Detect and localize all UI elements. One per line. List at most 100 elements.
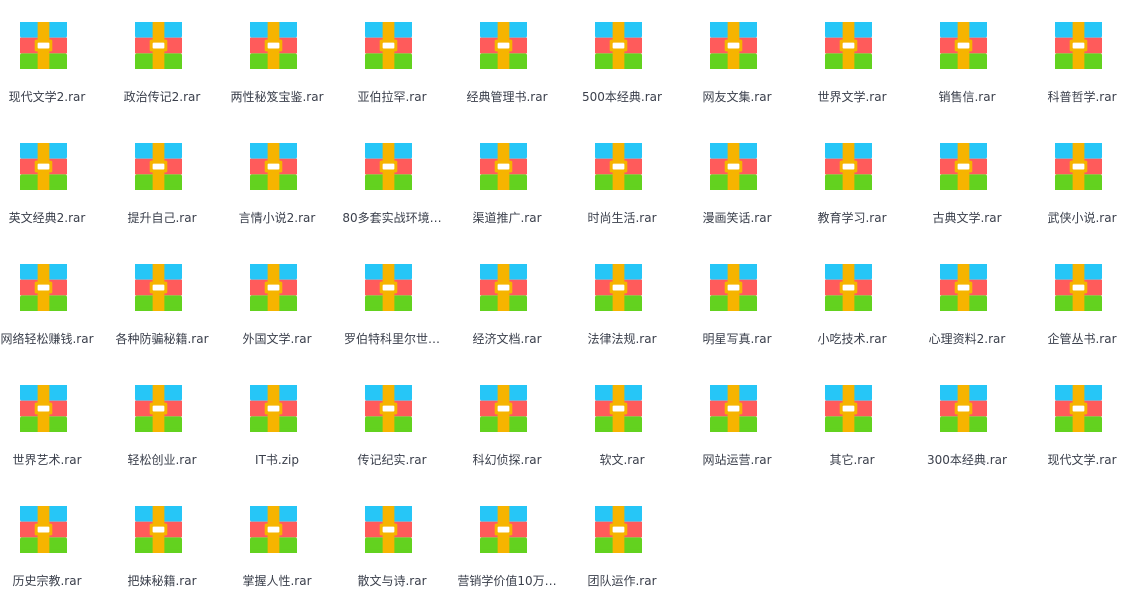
file-item[interactable]: 两性秘笈宝鉴.rar <box>227 0 327 104</box>
archive-icon <box>20 385 67 432</box>
archive-icon <box>250 143 297 190</box>
file-item[interactable]: 英文经典2.rar <box>0 121 97 225</box>
file-item[interactable]: 历史宗教.rar <box>0 484 97 588</box>
file-name: 漫画笑话.rar <box>702 211 772 225</box>
file-name: 企管丛书.rar <box>1047 332 1117 346</box>
file-name: 软文.rar <box>599 453 645 467</box>
file-item[interactable]: 软文.rar <box>572 363 672 467</box>
file-name: 小吃技术.rar <box>817 332 887 346</box>
file-name: 世界文学.rar <box>817 90 887 104</box>
file-item[interactable]: 营销学价值10万… <box>457 484 557 588</box>
file-name: 80多套实战环境… <box>342 211 442 225</box>
file-item[interactable]: 世界文学.rar <box>802 0 902 104</box>
file-item[interactable]: 散文与诗.rar <box>342 484 442 588</box>
archive-icon <box>365 385 412 432</box>
archive-icon <box>20 506 67 553</box>
file-item[interactable]: 企管丛书.rar <box>1032 242 1132 346</box>
file-name: 心理资料2.rar <box>928 332 1006 346</box>
archive-icon <box>825 22 872 69</box>
archive-icon <box>135 264 182 311</box>
file-item[interactable]: 网站运营.rar <box>687 363 787 467</box>
archive-icon <box>480 264 527 311</box>
file-item[interactable]: 世界艺术.rar <box>0 363 97 467</box>
file-item[interactable]: 现代文学2.rar <box>0 0 97 104</box>
file-item[interactable]: 教育学习.rar <box>802 121 902 225</box>
file-item[interactable]: 武侠小说.rar <box>1032 121 1132 225</box>
file-name: 营销学价值10万… <box>457 574 557 588</box>
file-item[interactable]: 轻松创业.rar <box>112 363 212 467</box>
file-item[interactable]: 科普哲学.rar <box>1032 0 1132 104</box>
file-name: 政治传记2.rar <box>123 90 201 104</box>
archive-icon <box>1055 264 1102 311</box>
archive-icon <box>595 506 642 553</box>
file-item[interactable]: 80多套实战环境… <box>342 121 442 225</box>
file-name: 网站运营.rar <box>702 453 772 467</box>
archive-icon <box>20 264 67 311</box>
file-name: 教育学习.rar <box>817 211 887 225</box>
archive-icon <box>20 143 67 190</box>
archive-icon <box>480 143 527 190</box>
archive-icon <box>710 143 757 190</box>
file-item[interactable]: 掌握人性.rar <box>227 484 327 588</box>
archive-icon <box>365 143 412 190</box>
file-name: 罗伯特科里尔世… <box>343 332 440 346</box>
archive-icon <box>940 264 987 311</box>
file-item[interactable]: 各种防骗秘籍.rar <box>112 242 212 346</box>
file-item[interactable]: 300本经典.rar <box>917 363 1017 467</box>
file-name: 其它.rar <box>829 453 875 467</box>
file-name: 科幻侦探.rar <box>472 453 542 467</box>
file-item[interactable]: 团队运作.rar <box>572 484 672 588</box>
file-item[interactable]: 小吃技术.rar <box>802 242 902 346</box>
file-item[interactable]: 500本经典.rar <box>572 0 672 104</box>
archive-icon <box>250 506 297 553</box>
file-item[interactable]: 现代文学.rar <box>1032 363 1132 467</box>
file-item[interactable]: 古典文学.rar <box>917 121 1017 225</box>
file-item[interactable]: 网友文集.rar <box>687 0 787 104</box>
file-item[interactable]: 心理资料2.rar <box>917 242 1017 346</box>
file-item[interactable]: 漫画笑话.rar <box>687 121 787 225</box>
file-item[interactable]: 时尚生活.rar <box>572 121 672 225</box>
file-item[interactable]: 网络轻松赚钱.rar <box>0 242 97 346</box>
file-item[interactable]: 法律法规.rar <box>572 242 672 346</box>
file-item[interactable]: 经典管理书.rar <box>457 0 557 104</box>
file-item[interactable]: 明星写真.rar <box>687 242 787 346</box>
file-grid: 现代文学2.rar 政治传记2.rar 两性秘笈宝鉴.rar 亚伯拉罕.rar 经典管理… <box>0 0 1141 611</box>
archive-icon <box>595 143 642 190</box>
file-item[interactable]: 外国文学.rar <box>227 242 327 346</box>
file-item[interactable]: 亚伯拉罕.rar <box>342 0 442 104</box>
file-name: 经典管理书.rar <box>466 90 548 104</box>
file-item[interactable]: 言情小说2.rar <box>227 121 327 225</box>
file-item[interactable]: 经济文档.rar <box>457 242 557 346</box>
archive-icon <box>825 264 872 311</box>
file-item[interactable]: 传记纪实.rar <box>342 363 442 467</box>
archive-icon <box>135 385 182 432</box>
archive-icon <box>1055 22 1102 69</box>
archive-icon <box>480 385 527 432</box>
file-item[interactable]: 罗伯特科里尔世… <box>342 242 442 346</box>
file-item[interactable]: 销售信.rar <box>917 0 1017 104</box>
archive-icon <box>710 264 757 311</box>
file-item[interactable]: 其它.rar <box>802 363 902 467</box>
archive-icon <box>1055 143 1102 190</box>
archive-icon <box>365 264 412 311</box>
file-name: 经济文档.rar <box>472 332 542 346</box>
archive-icon <box>365 22 412 69</box>
file-item[interactable]: IT书.zip <box>227 363 327 467</box>
file-name: 销售信.rar <box>938 90 996 104</box>
archive-icon <box>940 385 987 432</box>
file-item[interactable]: 渠道推广.rar <box>457 121 557 225</box>
file-item[interactable]: 把妹秘籍.rar <box>112 484 212 588</box>
file-name: 各种防骗秘籍.rar <box>115 332 209 346</box>
archive-icon <box>135 22 182 69</box>
file-name: 外国文学.rar <box>242 332 312 346</box>
file-name: 网友文集.rar <box>702 90 772 104</box>
file-item[interactable]: 提升自己.rar <box>112 121 212 225</box>
file-name: IT书.zip <box>255 453 299 467</box>
archive-icon <box>940 143 987 190</box>
file-item[interactable]: 科幻侦探.rar <box>457 363 557 467</box>
file-item[interactable]: 政治传记2.rar <box>112 0 212 104</box>
file-name: 300本经典.rar <box>927 453 1007 467</box>
file-name: 科普哲学.rar <box>1047 90 1117 104</box>
file-name: 提升自己.rar <box>127 211 197 225</box>
archive-icon <box>1055 385 1102 432</box>
